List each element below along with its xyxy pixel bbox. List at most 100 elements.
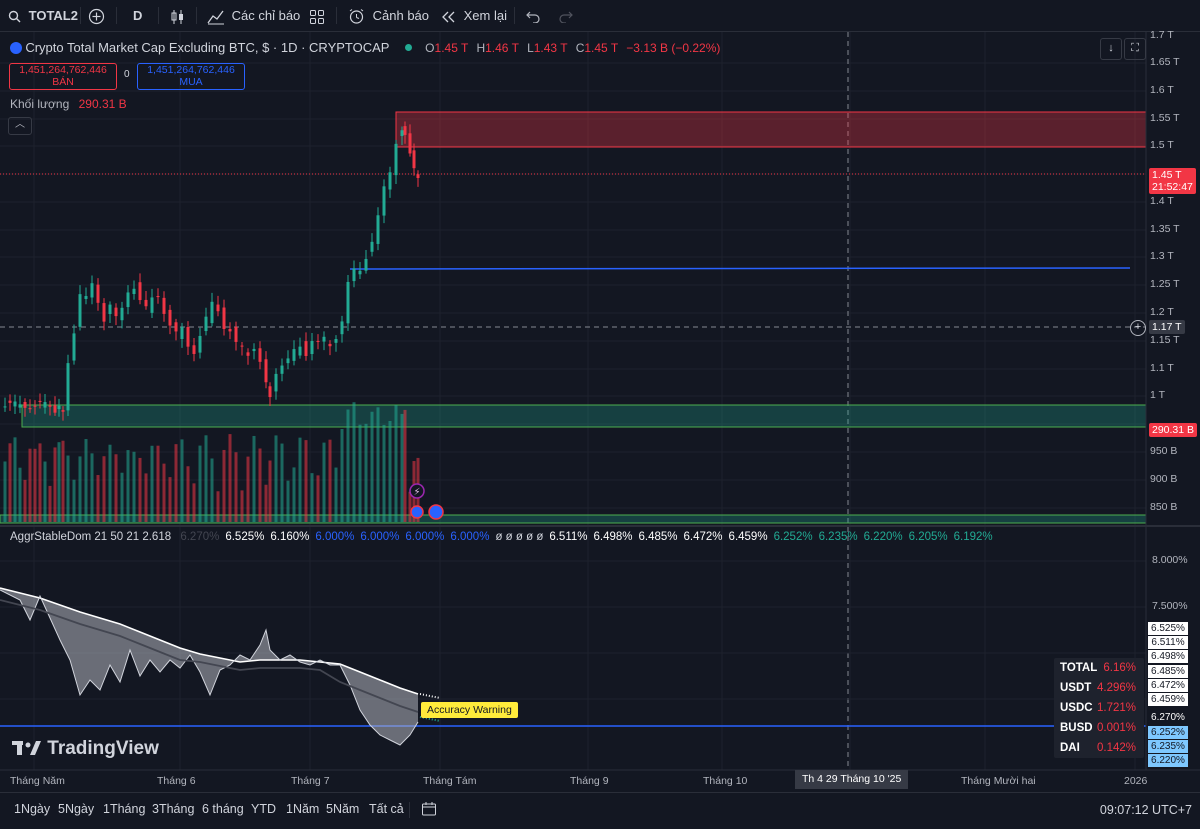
redo-button[interactable] xyxy=(558,0,573,31)
price-axis-label: 1.5 T xyxy=(1150,139,1174,151)
calendar-icon xyxy=(422,802,436,816)
replay-label: Xem lại xyxy=(463,8,507,23)
collapse-legend-button[interactable]: ︿ xyxy=(8,117,32,135)
layouts-button[interactable] xyxy=(309,0,325,31)
alerts-button[interactable]: Cảnh báo xyxy=(348,0,429,31)
indicator-value: 6.220% xyxy=(863,531,903,543)
tradingview-watermark[interactable]: TradingView xyxy=(12,738,159,760)
indicator-value-label: 6.472% xyxy=(1148,679,1188,692)
chart-type-button[interactable] xyxy=(170,0,186,31)
stablecoin-name: USDT xyxy=(1060,682,1092,694)
range-button[interactable]: 5Năm xyxy=(326,802,359,816)
indicator-value: 6.472% xyxy=(683,531,723,543)
range-button[interactable]: 1Ngày xyxy=(14,802,50,816)
tradingview-logo-icon xyxy=(12,741,41,755)
buy-price: 1,451,264,762,446 xyxy=(147,64,235,76)
price-axis-label: 1 T xyxy=(1150,389,1165,401)
stablecoin-row: USDC 1.721% xyxy=(1054,698,1144,718)
indicator-value: 6.160% xyxy=(270,531,310,543)
volume-label: Khối lượng xyxy=(10,97,70,111)
sell-label: BÁN xyxy=(52,76,74,88)
price-axis-label: 1.1 T xyxy=(1150,362,1174,374)
range-button[interactable]: 5Ngày xyxy=(58,802,94,816)
scroll-down-button[interactable]: ↓ xyxy=(1100,38,1122,60)
time-axis-label: Tháng 10 xyxy=(703,775,748,787)
price-axis-label: 1.6 T xyxy=(1150,84,1174,96)
indicator-value: 6.000% xyxy=(405,531,445,543)
range-button[interactable]: Tất cả xyxy=(369,802,404,816)
undo-icon xyxy=(526,11,540,24)
add-alert-button[interactable]: + xyxy=(1130,320,1146,336)
stablecoin-value: 0.142% xyxy=(1096,742,1136,754)
stablecoin-name: DAI xyxy=(1060,742,1080,754)
sell-button[interactable]: 1,451,264,762,446 BÁN xyxy=(9,63,117,90)
volume-badge: 290.31 B xyxy=(1149,423,1198,437)
chart-canvas[interactable]: ⚡ xyxy=(0,32,1200,794)
indicators-icon xyxy=(207,10,224,25)
crosshair-date-badge: Th 4 29 Tháng 10 '25 xyxy=(795,770,909,789)
indicator-value: 6.270% xyxy=(180,531,220,543)
demand-zone[interactable] xyxy=(21,404,1147,428)
indicator-value-label: 6.270% xyxy=(1148,711,1188,724)
indicator-value: 6.205% xyxy=(908,531,948,543)
legend-title[interactable]: Crypto Total Market Cap Excluding BTC, $… xyxy=(25,40,389,55)
undo-button[interactable] xyxy=(526,0,541,31)
range-button[interactable]: YTD xyxy=(251,802,276,816)
low-value: 1.43 T xyxy=(533,41,568,55)
range-button[interactable]: 6 tháng xyxy=(202,802,244,816)
time-axis-label: Tháng 9 xyxy=(570,775,609,787)
stablecoin-row: USDT 4.296% xyxy=(1054,678,1144,698)
compare-button[interactable] xyxy=(88,0,105,31)
indicator-value: 6.459% xyxy=(728,531,768,543)
indicator-value: 6.485% xyxy=(638,531,678,543)
event-flag-icon[interactable] xyxy=(428,504,444,520)
price-axis-label: 1.2 T xyxy=(1150,306,1174,318)
price-axis-label: 1.4 T xyxy=(1150,195,1174,207)
maximize-pane-button[interactable]: ⛶ xyxy=(1124,38,1146,60)
volume-legend[interactable]: Khối lượng 290.31 B xyxy=(10,97,127,111)
indicator-value-label: 6.220% xyxy=(1148,754,1188,767)
current-price: 1.45 T xyxy=(1152,169,1182,181)
price-axis-label: 1.25 T xyxy=(1150,278,1180,290)
time-axis-label: 2026 xyxy=(1124,775,1148,787)
time-axis-label: Tháng 7 xyxy=(291,775,330,787)
clock[interactable]: 09:07:12 UTC+7 xyxy=(1100,803,1192,817)
stablecoin-row: TOTAL 6.16% xyxy=(1054,658,1144,678)
stablecoin-value: 6.16% xyxy=(1103,662,1136,674)
replay-button[interactable]: Xem lại xyxy=(440,0,507,31)
price-axis-label: 850 B xyxy=(1150,501,1178,513)
time-axis-label: Tháng Tám xyxy=(423,775,477,787)
indicator-value: 6.000% xyxy=(360,531,400,543)
change-value: −3.13 B (−0.22%) xyxy=(626,41,721,55)
volume-value: 290.31 B xyxy=(78,97,127,111)
support-line[interactable] xyxy=(349,267,1131,270)
date-range-button[interactable] xyxy=(421,801,437,822)
current-price-badge: 1.45 T 21:52:47 xyxy=(1149,168,1196,194)
range-button[interactable]: 3Tháng xyxy=(152,802,194,816)
candles-icon xyxy=(171,9,183,24)
time-axis-label: Tháng 6 xyxy=(157,775,196,787)
symbol-search[interactable]: TOTAL2 xyxy=(8,0,78,31)
interval-button[interactable]: D xyxy=(133,0,142,31)
plus-circle-icon xyxy=(88,8,105,25)
redo-icon xyxy=(559,11,573,24)
indicator-value: 6.235% xyxy=(818,531,858,543)
range-button[interactable]: 1Tháng xyxy=(103,802,145,816)
supply-zone[interactable] xyxy=(395,111,1147,148)
chevron-up-icon: ︿ xyxy=(15,119,25,130)
indicator-value-label: 6.485% xyxy=(1148,665,1188,678)
rewind-icon xyxy=(442,11,455,23)
demand-zone-lower[interactable] xyxy=(0,514,1147,524)
open-value: 1.45 T xyxy=(434,41,469,55)
indicator-name: AggrStableDom 21 50 21 2.618 xyxy=(10,531,172,543)
range-button[interactable]: 1Năm xyxy=(286,802,319,816)
event-flag-icon[interactable] xyxy=(410,505,424,519)
crosshair-price-badge: 1.17 T xyxy=(1149,320,1185,334)
stablecoin-name: USDC xyxy=(1060,702,1093,714)
crypto-logo-icon xyxy=(10,42,22,54)
indicator-value-label: 6.511% xyxy=(1148,636,1188,649)
indicator-legend[interactable]: AggrStableDom 21 50 21 2.618 6.270% 6.525… xyxy=(10,531,993,543)
indicators-button[interactable]: Các chỉ báo xyxy=(207,0,300,31)
buy-button[interactable]: 1,451,264,762,446 MUA xyxy=(137,63,245,90)
price-axis-label: 1.7 T xyxy=(1150,29,1174,41)
